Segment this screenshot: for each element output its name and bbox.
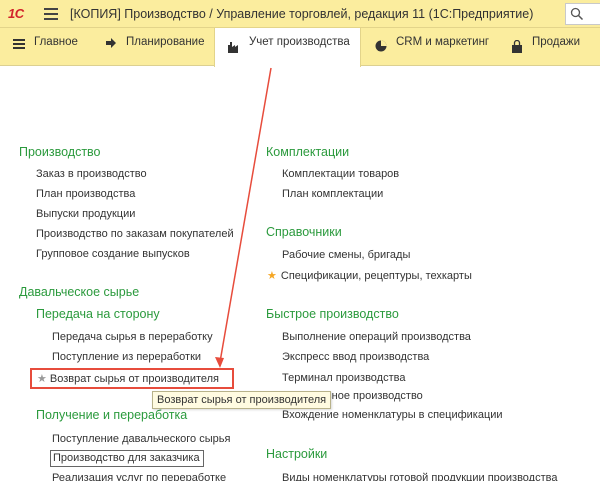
- subgroup-transfer-title: Передача на сторону: [36, 307, 160, 321]
- group-kits-title: Комплектации: [266, 145, 350, 159]
- section-sales[interactable]: Продажи: [510, 28, 580, 66]
- section-planning[interactable]: Планирование: [104, 28, 204, 66]
- search-icon: [570, 7, 584, 21]
- link-shifts-brigades[interactable]: Рабочие смены, бригады: [282, 249, 410, 261]
- section-sales-label: Продажи: [532, 36, 581, 48]
- sections-panel: Главное Планирование Учет производства C…: [0, 28, 600, 67]
- link-transfer-to-processing[interactable]: Передача сырья в переработку: [52, 331, 213, 343]
- link-group-output-creation[interactable]: Групповое создание выпусков: [36, 248, 190, 260]
- section-planning-label: Планирование: [126, 36, 205, 48]
- group-quick-production-title: Быстрое производство: [266, 307, 399, 321]
- group-references-title: Справочники: [266, 225, 342, 239]
- group-tolling-title: Давальческое сырье: [19, 285, 140, 299]
- bag-icon: [512, 40, 522, 53]
- main-menu-icon[interactable]: [44, 8, 58, 20]
- planning-icon: [106, 38, 116, 48]
- link-production-operations[interactable]: Выполнение операций производства: [282, 331, 471, 343]
- link-specifications[interactable]: ★ Спецификации, рецептуры, техкарты: [267, 269, 472, 282]
- title-bar: 1С [КОПИЯ] Производство / Управление тор…: [0, 0, 600, 28]
- link-product-output[interactable]: Выпуски продукции: [36, 208, 135, 220]
- link-tolling-receipt[interactable]: Поступление давальческого сырья: [52, 433, 230, 445]
- section-main-label: Главное: [34, 36, 78, 48]
- group-production-title: Производство: [19, 145, 101, 159]
- link-production-terminal[interactable]: Терминал производства: [282, 372, 405, 384]
- link-production-plan[interactable]: План производства: [36, 188, 135, 200]
- section-crm[interactable]: CRM и маркетинг: [374, 28, 489, 66]
- group-settings-title: Настройки: [266, 447, 328, 461]
- link-nomenclature-in-specs[interactable]: Вхождение номенклатуры в спецификации: [282, 409, 503, 421]
- link-specifications-label: Спецификации, рецептуры, техкарты: [280, 270, 472, 282]
- hamburger-icon: [13, 39, 25, 49]
- link-finished-product-types[interactable]: Виды номенклатуры готовой продукции прои…: [282, 472, 557, 481]
- link-production-for-customer[interactable]: Производство для заказчика: [50, 450, 204, 467]
- link-receipt-from-processing[interactable]: Поступление из переработки: [52, 351, 201, 363]
- link-production-order[interactable]: Заказ в производство: [36, 168, 147, 180]
- tooltip: Возврат сырья от производителя: [152, 391, 332, 409]
- app-logo[interactable]: 1С: [8, 6, 24, 21]
- section-production-label: Учет производства: [249, 36, 350, 48]
- link-processing-services-sale[interactable]: Реализация услуг по переработке: [52, 472, 226, 481]
- pie-chart-icon: [375, 40, 387, 52]
- annotation-highlight-box: [30, 368, 234, 389]
- window-title: [КОПИЯ] Производство / Управление торгов…: [70, 7, 534, 21]
- link-production-by-customer-orders[interactable]: Производство по заказам покупателей: [36, 228, 234, 240]
- link-goods-kits[interactable]: Комплектации товаров: [282, 168, 399, 180]
- section-crm-label: CRM и маркетинг: [396, 36, 490, 48]
- link-kit-plan[interactable]: План комплектации: [282, 188, 383, 200]
- search-input[interactable]: [565, 3, 600, 25]
- section-main[interactable]: Главное: [12, 28, 78, 66]
- factory-icon: [228, 42, 238, 53]
- section-production[interactable]: Учет производства: [214, 28, 361, 67]
- link-express-production[interactable]: Экспресс ввод производства: [282, 351, 429, 363]
- favorite-star-icon[interactable]: ★: [267, 270, 277, 282]
- subgroup-receive-title: Получение и переработка: [36, 408, 188, 422]
